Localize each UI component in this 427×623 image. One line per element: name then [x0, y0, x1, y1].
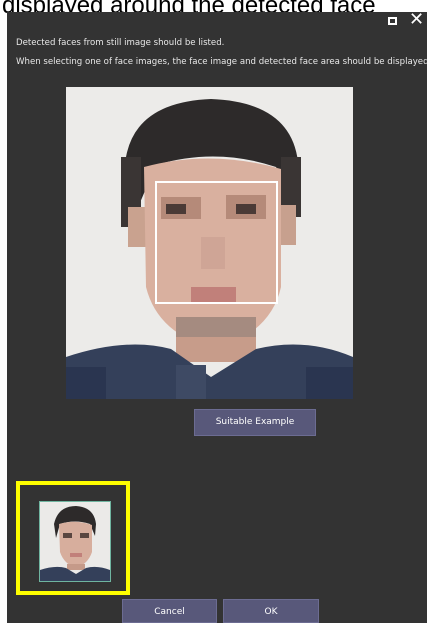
instruction-line-1: Detected faces from still image should b…	[16, 38, 225, 48]
maximize-icon	[388, 17, 397, 25]
face-thumbnail-image	[40, 502, 110, 581]
maximize-button[interactable]	[382, 12, 404, 32]
detected-face-area-box	[155, 181, 278, 304]
suitable-example-button[interactable]: Suitable Example	[194, 409, 316, 436]
selected-face-preview	[66, 87, 353, 399]
face-thumbnail-item[interactable]	[39, 501, 111, 582]
instruction-line-2: When selecting one of face images, the f…	[16, 57, 427, 67]
face-detection-dialog: ✕ Detected faces from still image should…	[7, 12, 427, 623]
title-bar: ✕	[7, 12, 427, 32]
ok-button[interactable]: OK	[223, 599, 319, 623]
cancel-button[interactable]: Cancel	[122, 599, 217, 623]
close-icon: ✕	[409, 12, 425, 30]
close-button[interactable]: ✕	[405, 12, 427, 32]
